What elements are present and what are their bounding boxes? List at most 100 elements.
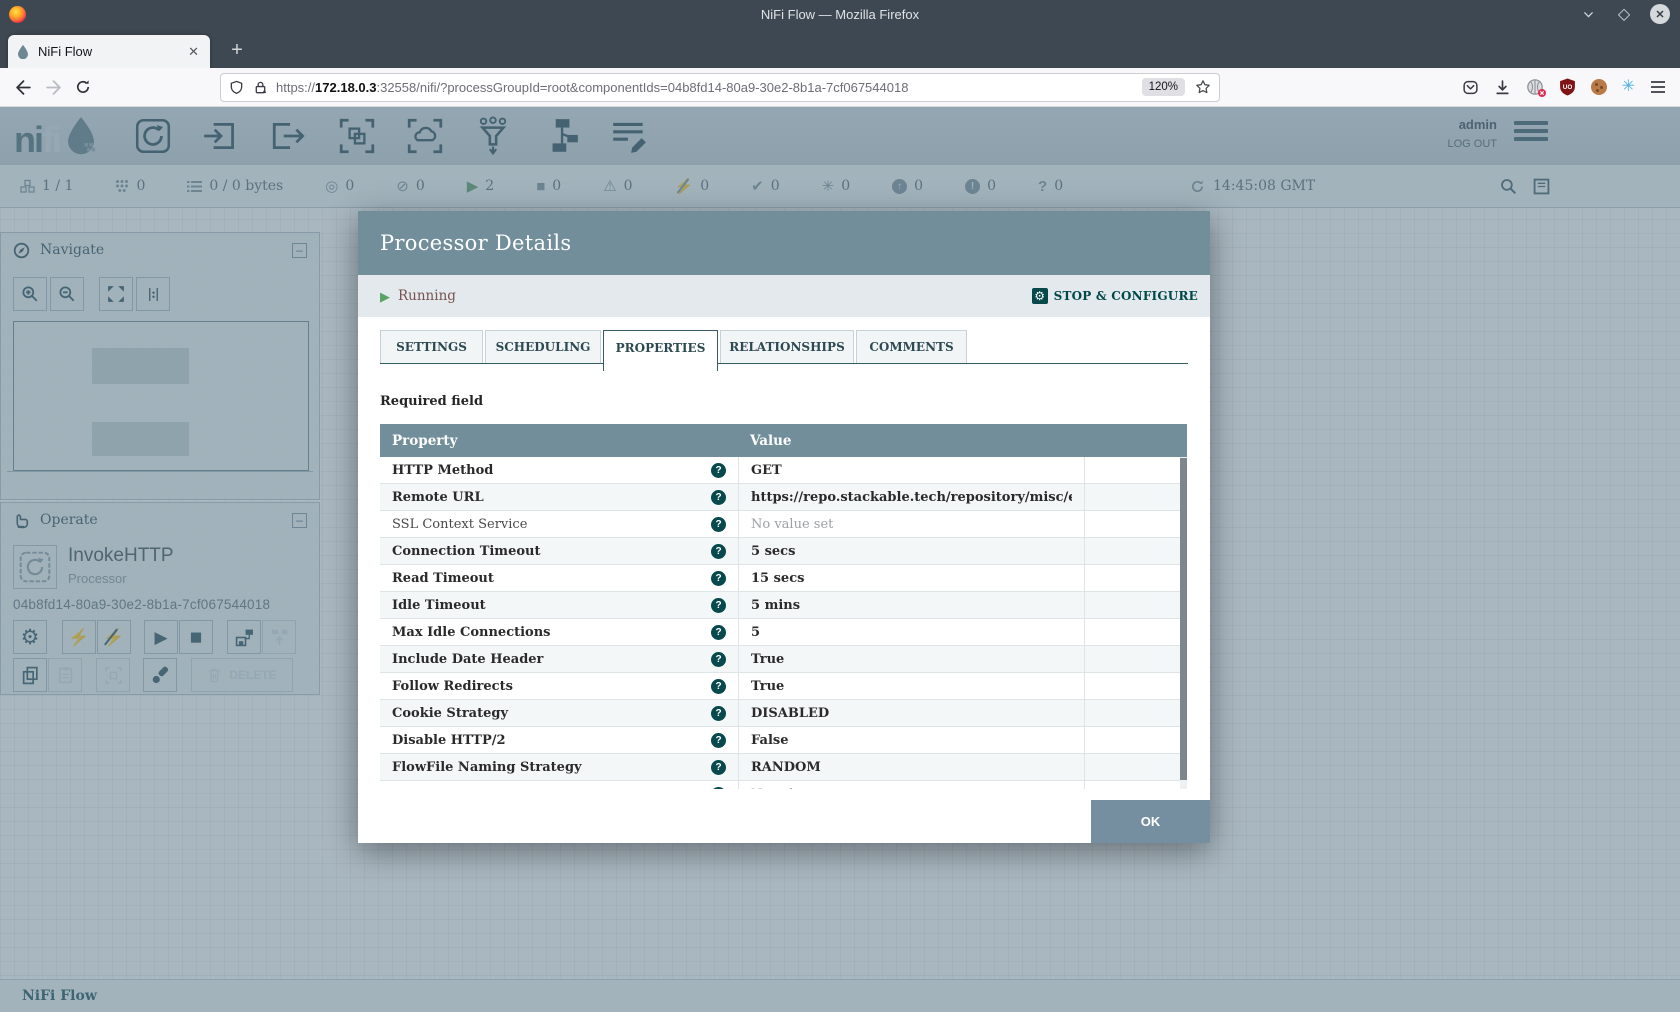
property-value: 5 mins bbox=[751, 598, 800, 613]
table-row[interactable]: SSL Context Service? No value set bbox=[380, 511, 1187, 538]
property-value: 15 secs bbox=[751, 571, 804, 586]
row-extra-cell bbox=[1084, 457, 1180, 483]
help-icon[interactable]: ? bbox=[711, 490, 726, 505]
help-icon[interactable]: ? bbox=[711, 733, 726, 748]
property-value: DISABLED bbox=[751, 706, 829, 721]
property-name: FlowFile Naming Strategy bbox=[392, 760, 582, 775]
row-extra-cell bbox=[1084, 538, 1180, 564]
property-name: Include Date Header bbox=[392, 652, 543, 667]
table-body: HTTP Method? GET Remote URL? https://rep… bbox=[380, 457, 1187, 789]
row-extra-cell bbox=[1084, 592, 1180, 618]
running-status-label: Running bbox=[398, 288, 456, 304]
dialog-header: Processor Details bbox=[358, 211, 1210, 275]
property-name: Idle Timeout bbox=[392, 598, 486, 613]
table-scrollbar[interactable] bbox=[1180, 457, 1187, 789]
dialog-status-bar: ▶ Running ⚙ STOP & CONFIGURE bbox=[358, 275, 1210, 317]
row-extra-cell bbox=[1084, 754, 1180, 780]
close-icon[interactable]: ✕ bbox=[1650, 4, 1670, 24]
property-name: Cookie Strategy bbox=[392, 706, 508, 721]
back-icon[interactable] bbox=[8, 73, 38, 101]
table-row[interactable]: HTTP Method? GET bbox=[380, 457, 1187, 484]
new-tab-button[interactable]: + bbox=[222, 35, 252, 65]
row-extra-cell bbox=[1084, 619, 1180, 645]
property-value: No value set bbox=[751, 517, 833, 532]
table-row[interactable]: Follow Redirects? True bbox=[380, 673, 1187, 700]
help-icon[interactable]: ? bbox=[711, 679, 726, 694]
row-extra-cell bbox=[1084, 484, 1180, 510]
reload-icon[interactable] bbox=[68, 73, 98, 101]
shield-icon[interactable] bbox=[229, 80, 244, 95]
browser-tab[interactable]: NiFi Flow ✕ bbox=[8, 35, 210, 68]
maximize-icon[interactable]: ◇ bbox=[1614, 4, 1634, 24]
help-icon[interactable]: ? bbox=[711, 544, 726, 559]
table-row[interactable]: Max Idle Connections? 5 bbox=[380, 619, 1187, 646]
row-extra-cell bbox=[1084, 700, 1180, 726]
download-icon[interactable] bbox=[1494, 79, 1511, 96]
nifi-favicon bbox=[16, 44, 30, 59]
help-icon[interactable]: ? bbox=[711, 760, 726, 775]
minimize-icon[interactable] bbox=[1578, 4, 1598, 24]
url-bar[interactable]: https://172.18.0.3:32558/nifi/?processGr… bbox=[220, 73, 1220, 102]
property-name: HTTP Method bbox=[392, 463, 493, 478]
forward-icon[interactable] bbox=[38, 73, 68, 101]
ok-button[interactable]: OK bbox=[1091, 800, 1210, 843]
cookie-icon[interactable] bbox=[1591, 79, 1607, 95]
row-extra-cell bbox=[1084, 646, 1180, 672]
tab-close-icon[interactable]: ✕ bbox=[185, 44, 202, 60]
svg-text:UO: UO bbox=[1562, 84, 1572, 91]
help-icon[interactable]: ? bbox=[711, 517, 726, 532]
column-value: Value bbox=[738, 433, 792, 449]
help-icon[interactable]: ? bbox=[711, 706, 726, 721]
tab-relationships[interactable]: RELATIONSHIPS bbox=[720, 330, 854, 364]
table-row[interactable]: Idle Timeout? 5 mins bbox=[380, 592, 1187, 619]
table-row[interactable]: Disable HTTP/2? False bbox=[380, 727, 1187, 754]
property-value: GET bbox=[751, 463, 782, 478]
help-icon[interactable]: ? bbox=[711, 571, 726, 586]
table-row[interactable]: Read Timeout? 15 secs bbox=[380, 565, 1187, 592]
property-value: False bbox=[751, 733, 788, 748]
pocket-icon[interactable] bbox=[1462, 79, 1479, 96]
help-icon[interactable]: ? bbox=[711, 463, 726, 478]
help-icon[interactable]: ? bbox=[711, 598, 726, 613]
tab-scheduling[interactable]: SCHEDULING bbox=[485, 330, 601, 364]
tab-settings[interactable]: SETTINGS bbox=[380, 330, 483, 364]
table-row[interactable]: FlowFile Naming Strategy? RANDOM bbox=[380, 754, 1187, 781]
ublock-icon[interactable]: UO bbox=[1559, 78, 1576, 96]
help-icon[interactable]: ? bbox=[711, 625, 726, 640]
dialog-title: Processor Details bbox=[380, 231, 571, 255]
dialog-tabs: SETTINGS SCHEDULING PROPERTIES RELATIONS… bbox=[380, 330, 1188, 371]
zoom-level-badge[interactable]: 120% bbox=[1142, 78, 1185, 96]
table-row[interactable]: Cookie Strategy? DISABLED bbox=[380, 700, 1187, 727]
row-extra-cell bbox=[1084, 511, 1180, 537]
row-extra-cell bbox=[1084, 673, 1180, 699]
table-header: Property Value bbox=[380, 424, 1187, 457]
table-row-partial[interactable]: ? No value set bbox=[380, 781, 1187, 789]
menu-icon[interactable] bbox=[1650, 80, 1666, 94]
url-text[interactable]: https://172.18.0.3:32558/nifi/?processGr… bbox=[276, 80, 1142, 95]
property-name: Disable HTTP/2 bbox=[392, 733, 506, 748]
scrollbar-thumb[interactable] bbox=[1180, 458, 1187, 780]
extension-disabled-icon[interactable] bbox=[1526, 78, 1544, 96]
property-value: 5 secs bbox=[751, 544, 795, 559]
property-value: No value set bbox=[751, 787, 833, 790]
stop-configure-icon: ⚙ bbox=[1032, 288, 1048, 304]
running-status-icon: ▶ bbox=[380, 290, 390, 303]
bookmark-star-icon[interactable] bbox=[1195, 79, 1211, 95]
tab-comments[interactable]: COMMENTS bbox=[856, 330, 967, 364]
help-icon[interactable]: ? bbox=[711, 787, 726, 790]
property-name: Read Timeout bbox=[392, 571, 494, 586]
table-row[interactable]: Remote URL? https://repo.stackable.tech/… bbox=[380, 484, 1187, 511]
help-icon[interactable]: ? bbox=[711, 652, 726, 667]
row-extra-cell bbox=[1084, 565, 1180, 591]
row-extra-cell bbox=[1084, 781, 1180, 789]
stop-configure-button[interactable]: ⚙ STOP & CONFIGURE bbox=[1032, 288, 1198, 304]
extension-asterisk-icon[interactable]: ✳ bbox=[1622, 79, 1635, 95]
property-value: True bbox=[751, 679, 784, 694]
property-name: Remote URL bbox=[392, 490, 484, 505]
lock-warning-icon[interactable] bbox=[253, 80, 268, 95]
nifi-page: nifi bbox=[0, 107, 1680, 1012]
property-value: https://repo.stackable.tech/repository/m… bbox=[751, 490, 1072, 505]
table-row[interactable]: Connection Timeout? 5 secs bbox=[380, 538, 1187, 565]
table-row[interactable]: Include Date Header? True bbox=[380, 646, 1187, 673]
tab-properties[interactable]: PROPERTIES bbox=[603, 330, 718, 371]
